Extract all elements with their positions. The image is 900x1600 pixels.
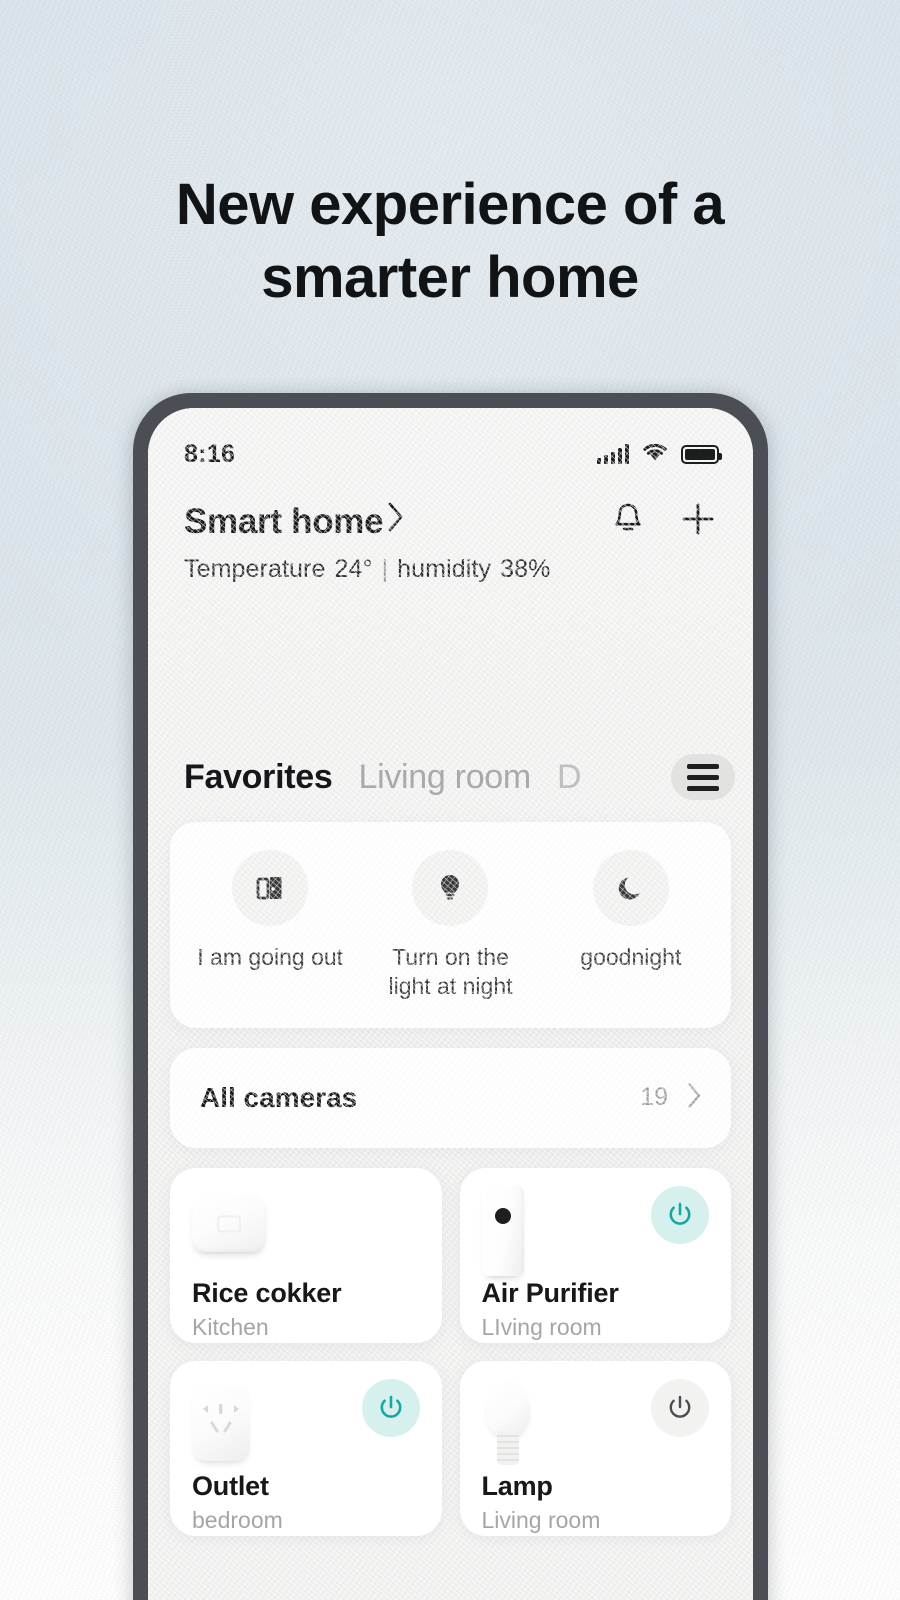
main-content: I am going out Turn on the light at nigh… xyxy=(148,808,753,1536)
device-card-outlet[interactable]: Outlet bedroom xyxy=(170,1360,442,1536)
scenes-card: I am going out Turn on the light at nigh… xyxy=(170,822,731,1028)
room-tabs: Favorites Living room D xyxy=(148,746,753,808)
tab-partial[interactable]: D xyxy=(557,758,581,797)
device-grid: Rice cokker Kitchen Air Purifier LIving … xyxy=(170,1167,731,1536)
device-room: bedroom xyxy=(192,1506,283,1533)
temperature-label: Temperature xyxy=(184,555,326,583)
battery-full-icon xyxy=(681,444,722,464)
device-top xyxy=(482,1378,709,1471)
wifi-icon xyxy=(641,441,669,467)
device-name: Lamp xyxy=(481,1470,553,1501)
temperature-value: 24° xyxy=(334,555,373,583)
home-title-row: Smart home xyxy=(184,500,717,543)
moon-icon xyxy=(592,850,669,926)
status-icons xyxy=(597,441,722,467)
tab-favorites[interactable]: Favorites xyxy=(184,758,333,797)
scene-label: goodnight xyxy=(580,944,682,970)
all-cameras-meta: 19 xyxy=(640,1081,703,1115)
chevron-right-icon xyxy=(386,500,406,543)
hamburger-menu-icon[interactable] xyxy=(671,754,735,800)
humidity-label: humidity xyxy=(397,555,492,583)
power-toggle-button[interactable] xyxy=(651,1185,709,1244)
notification-bell-icon[interactable] xyxy=(611,500,645,543)
device-name: Air Purifier xyxy=(481,1277,619,1308)
status-clock: 8:16 xyxy=(184,439,236,468)
chevron-right-icon xyxy=(686,1081,703,1115)
home-selector[interactable]: Smart home xyxy=(184,500,406,543)
scene-label: Turn on the light at night xyxy=(388,944,513,1000)
scene-goodnight[interactable]: goodnight xyxy=(541,850,721,1002)
door-icon xyxy=(232,850,309,926)
scene-going-out[interactable]: I am going out xyxy=(180,850,360,1002)
header-spacer xyxy=(148,584,753,746)
phone-mockup: 8:16 Smart home Temperature 24° | humidi… xyxy=(133,393,768,1600)
status-bar: 8:16 xyxy=(148,408,753,482)
device-card-air-purifier[interactable]: Air Purifier LIving room xyxy=(459,1167,731,1343)
power-toggle-button[interactable] xyxy=(361,1378,420,1437)
device-top xyxy=(192,1378,420,1471)
device-top xyxy=(481,1185,709,1278)
home-name: Smart home xyxy=(184,501,384,541)
scene-light-at-night[interactable]: Turn on the light at night xyxy=(360,850,540,1002)
app-header: Smart home Temperature 24° | humidity 38… xyxy=(148,482,753,584)
camera-count: 19 xyxy=(640,1083,668,1112)
cellular-signal-icon xyxy=(597,444,629,464)
climate-summary: Temperature 24° | humidity 38% xyxy=(184,555,717,584)
device-room: Living room xyxy=(481,1506,601,1533)
device-top xyxy=(192,1186,420,1278)
lightbulb-icon xyxy=(412,850,489,926)
outlet-icon xyxy=(192,1379,250,1461)
device-name: Rice cokker xyxy=(192,1277,342,1308)
humidity-value: 38% xyxy=(500,555,551,583)
device-card-rice-cooker[interactable]: Rice cokker Kitchen xyxy=(170,1167,442,1343)
app-screen: 8:16 Smart home Temperature 24° | humidi… xyxy=(148,408,753,1600)
air-purifier-icon xyxy=(481,1185,524,1276)
device-card-lamp[interactable]: Lamp Living room xyxy=(459,1360,731,1536)
phone-screen-frame: 8:16 Smart home Temperature 24° | humidi… xyxy=(148,408,753,1600)
rice-cooker-icon xyxy=(192,1186,266,1252)
add-plus-icon[interactable] xyxy=(679,500,717,543)
lamp-bulb-icon xyxy=(482,1380,534,1469)
device-name: Outlet xyxy=(192,1470,269,1501)
promo-headline: New experience of a smarter home xyxy=(0,168,900,314)
summary-separator: | xyxy=(381,555,389,583)
tab-living-room[interactable]: Living room xyxy=(358,758,531,797)
scene-label: I am going out xyxy=(197,944,344,970)
device-room: LIving room xyxy=(481,1313,602,1340)
power-toggle-button[interactable] xyxy=(651,1378,709,1437)
headline-line-2: smarter home xyxy=(261,245,639,311)
device-room: Kitchen xyxy=(192,1313,269,1340)
header-actions xyxy=(611,500,717,543)
headline-line-1: New experience of a xyxy=(175,172,725,237)
all-cameras-title: All cameras xyxy=(200,1081,358,1113)
all-cameras-row[interactable]: All cameras 19 xyxy=(170,1047,731,1148)
